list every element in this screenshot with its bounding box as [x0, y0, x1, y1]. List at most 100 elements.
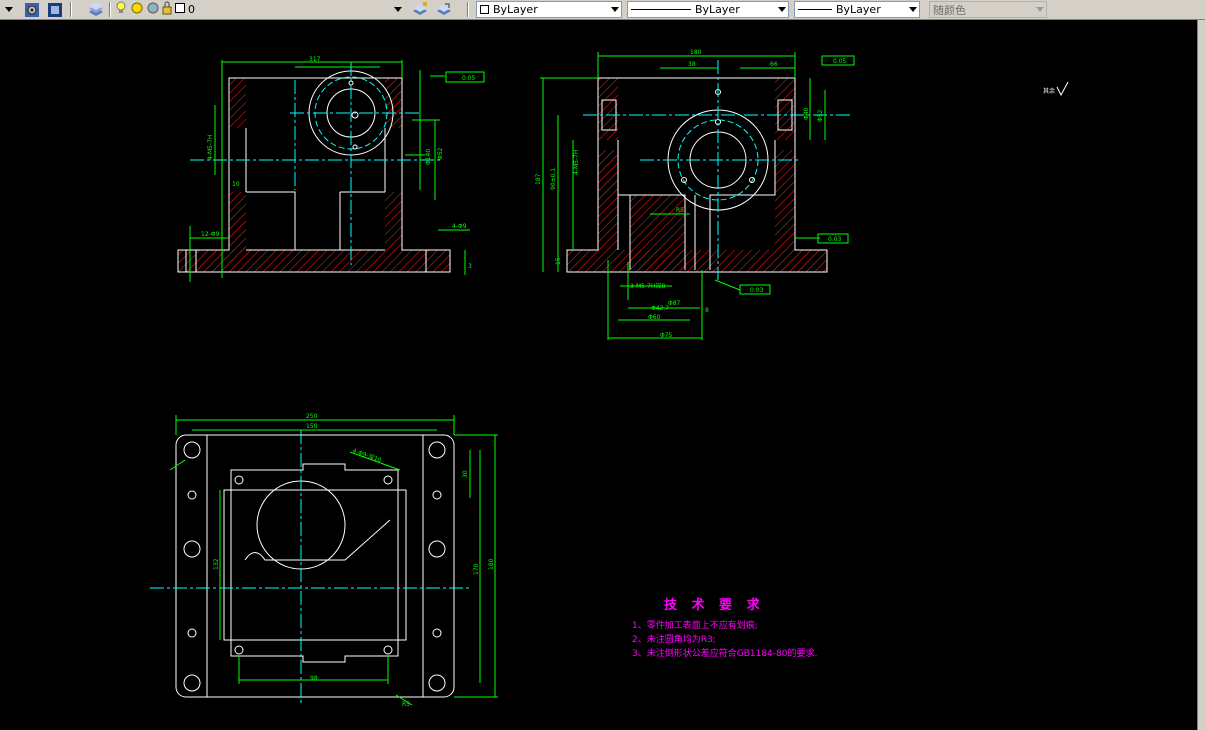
vertical-scrollbar[interactable]	[1197, 20, 1205, 730]
section-hatch	[229, 78, 246, 128]
dim-text: 4-M5-7H	[207, 135, 214, 160]
dim-text: 170	[473, 563, 480, 575]
section-hatch	[178, 250, 450, 272]
layer-previous-icon[interactable]	[435, 1, 453, 18]
color-swatch-icon	[480, 5, 489, 14]
freeze-icon[interactable]	[146, 1, 160, 18]
dim-text: 3-M5-7H深8	[630, 282, 665, 290]
dim-text: 132	[213, 558, 220, 570]
dim-text: Φ75	[660, 332, 673, 339]
section-hatch	[775, 150, 795, 250]
lock-icon[interactable]	[161, 1, 173, 18]
sun-icon[interactable]	[130, 1, 144, 18]
cad-drawing: 317 0.05 Φ52 Φ140 4-M5-7H 12-Φ9 4-Φ9 3 1…	[150, 49, 1069, 708]
chevron-down-icon	[1036, 7, 1044, 12]
section-hatch	[385, 78, 402, 128]
top-plan-view: 250 150 4-Φ9-深10 30 170 180 132 98 R5	[150, 413, 498, 708]
roughness-note: 其余	[1043, 87, 1055, 95]
roughness-symbol: 其余	[1043, 81, 1069, 97]
lineweight-control[interactable]: ByLayer	[794, 1, 920, 18]
tech-line: 3、未注倒形状公差应符合GB1184-80的要求.	[632, 649, 818, 659]
chevron-down-icon[interactable]	[394, 7, 402, 12]
color-control[interactable]: ByLayer	[476, 1, 622, 18]
dim-text: R5	[676, 207, 684, 214]
dim-text: R5	[402, 701, 410, 708]
dim-text: 8	[705, 307, 709, 314]
dim-text: Φ60	[648, 314, 661, 321]
linetype-value: ByLayer	[695, 3, 740, 16]
toolbox-icon[interactable]	[46, 1, 64, 18]
dim-text: 0.03	[828, 236, 842, 243]
dim-text: 0.05	[462, 75, 476, 82]
chevron-down-icon[interactable]	[611, 7, 619, 12]
toolbar-separator	[467, 2, 469, 17]
dim-text: 150	[306, 423, 318, 430]
dim-text: 4-Φ9	[452, 223, 467, 230]
housing-bolt-holes	[234, 475, 393, 655]
dim-text: Φ40	[803, 107, 810, 120]
section-hatch	[229, 192, 246, 252]
dim-text: 15	[555, 257, 562, 265]
dim-text: 38	[688, 61, 696, 68]
dim-text: 317	[309, 56, 321, 63]
dim-text: Φ42.7	[651, 305, 669, 312]
technical-requirements: 技 术 要 求 1、零件加工表面上不应有划痕; 2、未注圆角均为R3; 3、未注…	[632, 594, 817, 661]
dim-text: 30	[462, 470, 469, 478]
dropdown-arrow-icon[interactable]	[2, 1, 16, 18]
drawing-canvas[interactable]: 317 0.05 Φ52 Φ140 4-M5-7H 12-Φ9 4-Φ9 3 1…	[0, 20, 1197, 730]
dim-text: 180	[690, 49, 702, 56]
color-value: ByLayer	[493, 3, 538, 16]
dim-text: Φ140	[425, 149, 432, 165]
dimension-text: 180 38 66 0.05 187 90±0.1 4-M5-7H 15 Φ40…	[535, 49, 847, 339]
make-current-icon[interactable]	[411, 1, 429, 18]
properties-toolbar: 0 ByLayer ByLayer ByLayer 随颜色	[0, 0, 1205, 20]
front-section-view: 317 0.05 Φ52 Φ140 4-M5-7H 12-Φ9 4-Φ9 3 1…	[177, 56, 485, 282]
housing-outline	[230, 463, 399, 663]
dim-text: Φ52	[437, 147, 444, 160]
bulb-icon[interactable]	[115, 1, 127, 18]
linetype-preview	[631, 9, 691, 10]
plotstyle-control: 随颜色	[929, 1, 1047, 18]
dimension-text: 250 150 4-Φ9-深10 30 170 180 132 98 R5	[213, 413, 495, 708]
layer-color-square-icon	[175, 3, 185, 16]
tech-line: 2、未注圆角均为R3;	[632, 635, 716, 645]
toolbar-separator	[109, 2, 111, 17]
dim-text: 90±0.1	[550, 168, 557, 190]
dim-text: 4-Φ9-深10	[351, 446, 382, 464]
dim-text: 250	[306, 413, 318, 420]
dim-text: 66	[770, 61, 778, 68]
housing-wall	[223, 489, 407, 641]
part-inner-lines	[245, 128, 386, 251]
housing-contour	[244, 519, 391, 561]
workspace-settings-icon[interactable]	[23, 1, 41, 18]
dim-text: 98	[310, 675, 318, 682]
section-hatch	[385, 192, 402, 252]
dim-text: 187	[535, 173, 542, 185]
plotstyle-value: 随颜色	[933, 3, 966, 17]
side-section-view: 180 38 66 0.05 187 90±0.1 4-M5-7H 15 Φ40…	[535, 49, 855, 340]
tech-line: 1、零件加工表面上不应有划痕;	[632, 621, 758, 631]
linetype-control[interactable]: ByLayer	[627, 1, 789, 18]
dim-text: 0.03	[750, 287, 764, 294]
dim-text: 180	[488, 558, 495, 570]
check-icon	[1056, 81, 1069, 97]
dim-text: 4-M5-7H	[573, 150, 580, 175]
layer-name: 0	[188, 3, 195, 16]
dim-text: Φ87	[668, 300, 681, 307]
dim-text: 10	[232, 181, 240, 188]
tech-title: 技 术 要 求	[664, 598, 765, 613]
section-hatch	[598, 78, 618, 140]
dim-text: Φ52	[817, 109, 824, 122]
chevron-down-icon[interactable]	[909, 7, 917, 12]
chevron-down-icon[interactable]	[778, 7, 786, 12]
dim-text: 3	[468, 263, 472, 270]
dim-text: 0.05	[833, 58, 847, 65]
toolbar-separator	[70, 2, 72, 17]
layer-properties-icon[interactable]	[87, 1, 105, 18]
lineweight-value: ByLayer	[836, 3, 881, 16]
section-hatch	[598, 150, 618, 250]
section-hatch	[567, 250, 827, 272]
bolt-hole	[352, 144, 358, 150]
part-outline	[177, 77, 451, 273]
layer-control[interactable]: 0	[112, 1, 402, 18]
